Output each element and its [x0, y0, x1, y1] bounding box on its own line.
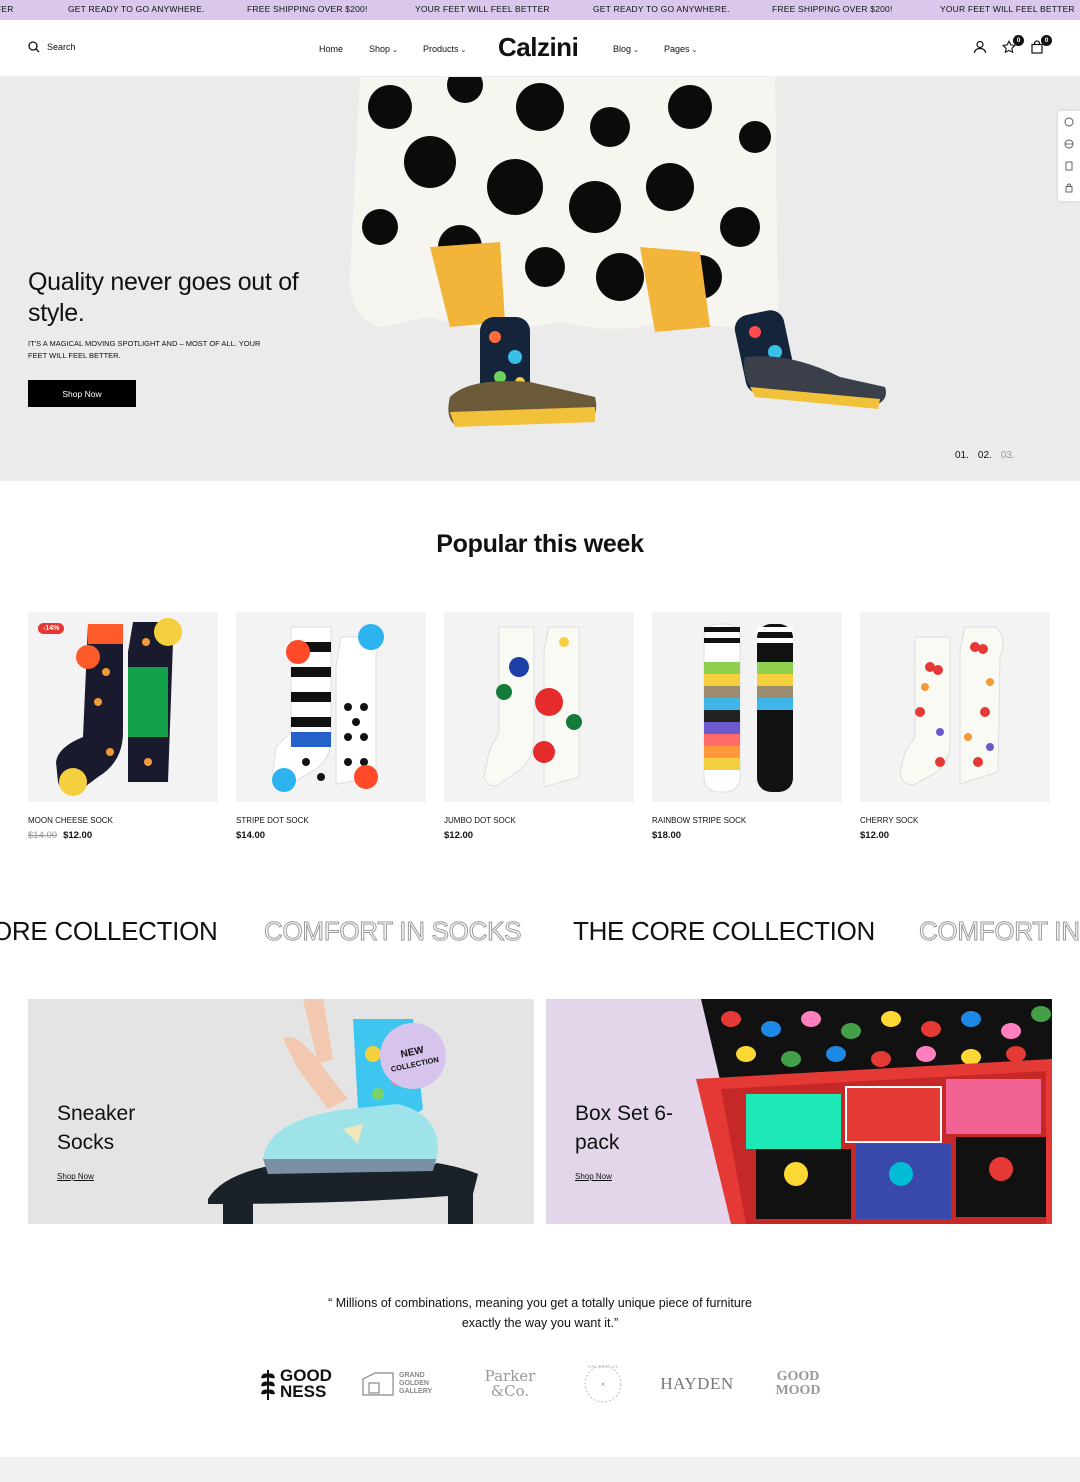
site-header: Search Home Shop ⌄ Products ⌄ Blog ⌄ Pages ⌄…: [0, 20, 1080, 77]
brand-name: HAYDEN: [660, 1374, 734, 1393]
wheat-icon: [261, 1370, 275, 1400]
chevron-down-icon: ⌄: [633, 47, 639, 54]
cart-button[interactable]: 0: [1030, 35, 1052, 56]
palette-icon[interactable]: [1064, 117, 1074, 127]
promo-sneaker-socks[interactable]: NEW COLLECTION Sneaker Socks Shop Now: [28, 999, 534, 1224]
document-icon[interactable]: [1064, 161, 1074, 171]
product-name[interactable]: CHERRY SOCK: [860, 816, 918, 825]
promo-title: Box Set 6-pack: [575, 1102, 674, 1154]
marquee-item: ORE COLLECTION: [0, 916, 218, 946]
testimonial-quote: “ Millions of combinations, meaning you …: [328, 1296, 752, 1330]
announcement-bar: FER GET READY TO GO ANYWHERE. FREE SHIPP…: [0, 0, 1080, 20]
product-price: $12.00: [860, 830, 890, 841]
announcement-item: YOUR FEET WILL FEEL BETTER: [415, 4, 550, 14]
nav-blog[interactable]: Blog ⌄: [613, 44, 639, 54]
product-name[interactable]: RAINBOW STRIPE SOCK: [652, 816, 746, 825]
announcement-item: GET READY TO GO ANYWHERE.: [593, 4, 730, 14]
nav-shop[interactable]: Shop ⌄: [369, 44, 398, 54]
brand-logo-seal: × THE BEST OF: [580, 1362, 626, 1406]
brand-logo-grand-golden-gallery: GRAND GOLDEN GALLERY: [360, 1362, 440, 1406]
site-logo[interactable]: Calzini: [498, 32, 579, 63]
hero-banner: Quality never goes out of style. It's a …: [0, 77, 1080, 481]
product-image[interactable]: [236, 612, 426, 802]
slide-dot-3[interactable]: 03.: [1001, 450, 1015, 461]
promo-shop-now-link[interactable]: Shop Now: [57, 1172, 94, 1181]
brand-name: GOOD MOOD: [775, 1369, 821, 1398]
chevron-down-icon: ⌄: [460, 47, 467, 54]
nav-products-label: Products: [423, 44, 459, 54]
frame-icon: [362, 1372, 394, 1396]
product-image[interactable]: [860, 612, 1050, 802]
wishlist-button[interactable]: 0: [1002, 35, 1024, 56]
slide-dot-1[interactable]: 01.: [955, 450, 969, 461]
sock-image: [483, 626, 582, 788]
brand-logos: GOOD NESS GRAND GOLDEN GALLERY Parker &C…: [0, 1362, 1080, 1406]
sale-badge: -14%: [38, 623, 65, 634]
bag-icon[interactable]: [1064, 183, 1074, 193]
sock-image: [272, 624, 384, 792]
footer-top: [0, 1457, 1080, 1482]
popular-title: Popular this week: [436, 530, 644, 558]
announcement-item: GET READY TO GO ANYWHERE.: [68, 4, 205, 14]
marquee-item: COMFORT IN SOCKS: [263, 916, 522, 947]
nav-products[interactable]: Products ⌄: [423, 44, 466, 54]
brand-name: GRAND GOLDEN GALLERY: [399, 1372, 433, 1395]
search-label: Search: [47, 42, 76, 52]
account-button[interactable]: [973, 40, 989, 56]
product-sale-price: $12.00: [63, 830, 93, 841]
product-name[interactable]: MOON CHEESE SOCK: [28, 816, 113, 825]
nav-home[interactable]: Home: [319, 44, 343, 54]
nav-pages-label: Pages: [664, 44, 690, 54]
announcement-item: YOUR FEET WILL FEEL BETTER: [940, 4, 1075, 14]
announcement-item: FREE SHIPPING OVER $200!: [247, 4, 368, 14]
slide-pagination: 01. 02. 03.: [955, 450, 1015, 461]
user-icon: [973, 40, 987, 54]
hero-subtitle: It's a magical moving spotlight and – mo…: [28, 339, 261, 360]
brand-logo-parker-co: Parker &Co.: [476, 1362, 544, 1406]
cart-count: 0: [1041, 35, 1052, 46]
globe-icon[interactable]: [1064, 139, 1074, 149]
nav-pages[interactable]: Pages ⌄: [664, 44, 697, 54]
nav-shop-label: Shop: [369, 44, 391, 54]
chevron-down-icon: ⌄: [392, 47, 398, 54]
promo-box-set[interactable]: Box Set 6-pack Shop Now: [546, 999, 1052, 1224]
brand-name: THE BEST OF: [587, 1364, 619, 1369]
product-name[interactable]: JUMBO DOT SOCK: [444, 816, 516, 825]
brand-logo-goodness: GOOD NESS: [255, 1362, 332, 1406]
side-toolbar: [1058, 111, 1080, 201]
product-image[interactable]: [444, 612, 634, 802]
product-name[interactable]: STRIPE DOT SOCK: [236, 816, 309, 825]
brand-name: GOOD NESS: [280, 1366, 332, 1401]
product-price: $12.00: [444, 830, 474, 841]
sock-image: [56, 618, 182, 796]
circle-seal-icon: ×: [584, 1365, 622, 1403]
brand-name: Parker &Co.: [484, 1367, 536, 1400]
marquee-item: THE CORE COLLECTION: [573, 916, 876, 946]
hero-title: Quality never goes out of style.: [28, 268, 299, 327]
brand-logo-hayden: HAYDEN: [660, 1362, 734, 1406]
sock-image: [703, 623, 793, 793]
hero-shop-now-button[interactable]: Shop Now: [28, 380, 136, 407]
slide-dot-2[interactable]: 02.: [978, 450, 992, 461]
product-price: $14.00 $12.00: [28, 830, 92, 841]
product-image[interactable]: [652, 612, 842, 802]
chevron-down-icon: ⌄: [691, 47, 698, 54]
product-price: $14.00: [236, 830, 266, 841]
search-button[interactable]: Search: [28, 41, 76, 53]
sock-image: [899, 626, 1004, 785]
promo-shop-now-link[interactable]: Shop Now: [575, 1172, 612, 1181]
wishlist-count: 0: [1013, 35, 1024, 46]
nav-blog-label: Blog: [613, 44, 632, 54]
marquee-item: COMFORT IN S: [919, 916, 1080, 947]
brand-logo-good-mood: GOOD MOOD: [768, 1362, 828, 1406]
collection-marquee: ORE COLLECTION COMFORT IN SOCKS THE CORE…: [0, 912, 1080, 952]
product-price: $18.00: [652, 830, 682, 841]
product-old-price: $14.00: [28, 830, 58, 841]
product-image[interactable]: -14%: [28, 612, 218, 802]
announcement-item: FREE SHIPPING OVER $200!: [772, 4, 893, 14]
promo-title: Sneaker Socks: [57, 1102, 136, 1154]
svg-text:×: ×: [601, 1380, 606, 1389]
search-icon: [28, 41, 40, 53]
announcement-item: FER: [0, 4, 14, 14]
